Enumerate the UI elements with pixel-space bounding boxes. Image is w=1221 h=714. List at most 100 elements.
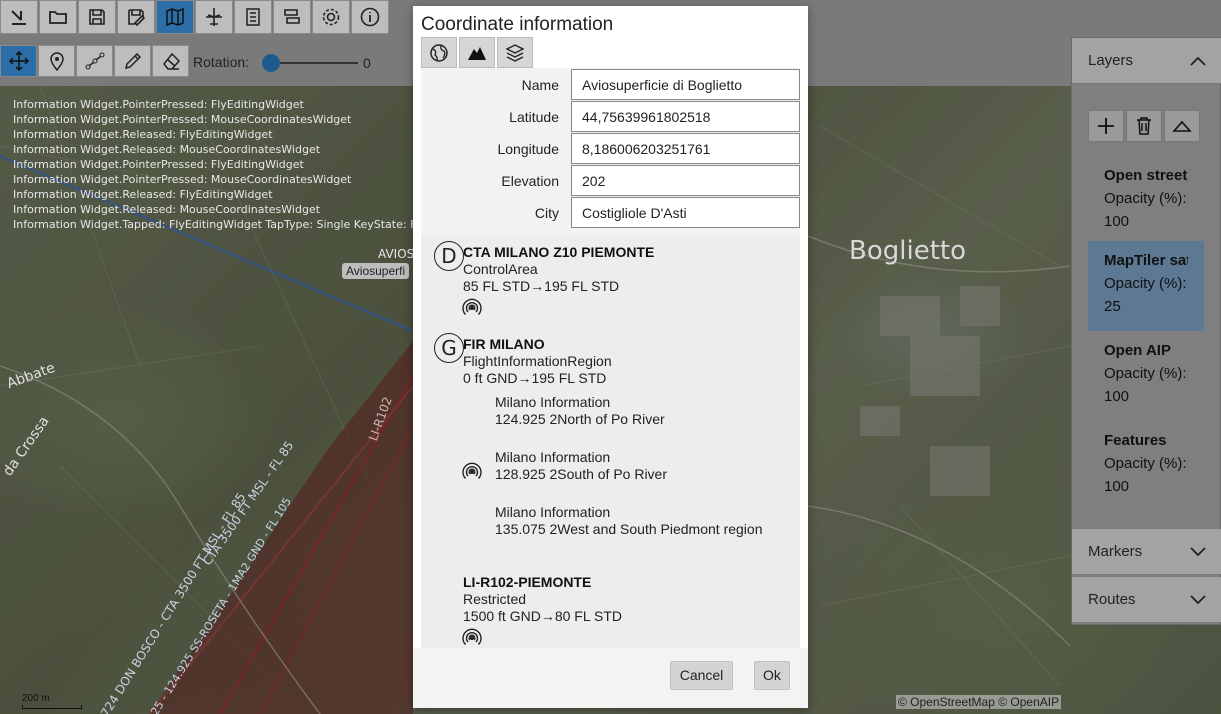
town-label: Boglietto	[849, 236, 966, 266]
collapse-icon	[1172, 120, 1192, 132]
collapse-layer-button[interactable]	[1164, 110, 1200, 142]
aircraft-button[interactable]	[195, 0, 233, 34]
dialog-tabs	[421, 37, 533, 68]
route-button[interactable]	[273, 0, 311, 34]
log-line: Information Widget.Released: MouseCoordi…	[13, 143, 321, 156]
layer-button[interactable]	[0, 0, 38, 34]
frequency-entry: Milano Information 124.925 2North of Po R…	[495, 394, 665, 428]
open-button[interactable]	[39, 0, 77, 34]
layer-name: MapTiler satellite	[1104, 252, 1188, 269]
map-button[interactable]	[156, 0, 194, 34]
airspace-limits: 0 ft GND→195 FL STD	[463, 370, 607, 386]
layer-opacity-value: 100	[1104, 388, 1130, 405]
rotation-slider[interactable]	[262, 54, 362, 72]
airspace-class-badge: D	[434, 241, 464, 271]
layer-name: Features	[1104, 432, 1167, 449]
radio-icon	[462, 298, 482, 318]
layer-item[interactable]: Open street map Opacity (%): 100	[1088, 156, 1204, 246]
tab-terrain[interactable]	[459, 37, 495, 68]
save-as-button[interactable]	[117, 0, 155, 34]
tool-row	[0, 44, 189, 78]
eraser-tool[interactable]	[152, 45, 189, 77]
settings-button[interactable]	[312, 0, 350, 34]
city-field[interactable]	[571, 197, 800, 228]
airfield-marker-label[interactable]: Aviosuperfi	[342, 263, 410, 279]
layer-item[interactable]: Open AIP Opacity (%): 100	[1088, 331, 1204, 421]
checklist-button[interactable]	[234, 0, 272, 34]
log-line: Information Widget.Released: FlyEditingW…	[13, 128, 273, 141]
layer-name: Open AIP	[1104, 342, 1171, 359]
airspace-name: LI-R102-PIEMONTE	[463, 574, 592, 590]
dialog-footer: Cancel Ok	[413, 648, 808, 708]
slider-thumb[interactable]	[262, 54, 280, 72]
chevron-up-icon	[1190, 56, 1206, 66]
airspace-name: FIR MILANO	[463, 336, 545, 352]
radio-icon	[462, 628, 482, 648]
routes-header[interactable]: Routes	[1072, 577, 1221, 623]
delete-layer-button[interactable]	[1126, 110, 1162, 142]
tab-layers[interactable]	[497, 37, 533, 68]
latitude-field[interactable]	[571, 101, 800, 132]
airspace-limits: 1500 ft GND→80 FL STD	[463, 608, 622, 624]
field-row-name: Name	[421, 69, 800, 101]
layer-item[interactable]: MapTiler satellite Opacity (%): 25	[1088, 241, 1204, 331]
rotation-value: 0	[363, 55, 371, 71]
layer-opacity-value: 25	[1104, 298, 1121, 315]
pencil-tool[interactable]	[114, 45, 151, 77]
side-panel: Layers Open street map Opacity (%): 100 Map…	[1071, 37, 1221, 625]
move-tool[interactable]	[0, 45, 37, 77]
layer-item[interactable]: Features Opacity (%): 100	[1088, 421, 1204, 511]
field-row-city: City	[421, 197, 800, 229]
rotation-label: Rotation:	[193, 54, 250, 70]
markers-header[interactable]: Markers	[1072, 529, 1221, 575]
save-icon	[89, 9, 105, 25]
ok-button[interactable]: Ok	[754, 661, 790, 690]
info-button[interactable]	[351, 0, 389, 34]
dialog-body: Name Latitude Longitude Elevation City DCTA …	[421, 68, 800, 648]
map-attribution[interactable]: © OpenStreetMap © OpenAIP	[896, 695, 1062, 709]
coordinate-info-dialog: Coordinate information Name Latitude Longi…	[413, 6, 808, 708]
layers-header[interactable]: Layers	[1072, 38, 1221, 84]
add-icon	[1098, 118, 1114, 134]
scale-bar	[22, 705, 82, 709]
open-folder-icon	[49, 11, 67, 24]
airspace-type: ControlArea	[463, 261, 538, 277]
route-icon	[284, 9, 300, 24]
save-button[interactable]	[78, 0, 116, 34]
log-line: Information Widget.Released: FlyEditingW…	[13, 188, 273, 201]
log-line: Information Widget.PointerPressed: FlyEd…	[13, 98, 304, 111]
path-tool[interactable]	[76, 45, 113, 77]
airspace-class-badge: G	[434, 333, 464, 363]
tab-location[interactable]	[421, 37, 457, 68]
log-line: Information Widget.Tapped: FlyEditingWid…	[13, 218, 423, 231]
layer-opacity-value: 100	[1104, 478, 1130, 495]
pin-icon	[49, 52, 64, 72]
info-icon	[360, 7, 380, 27]
frequency-detail: 124.925 2North of Po River	[495, 411, 665, 427]
debug-log: Information Widget.PointerPressed: FlyEd…	[13, 97, 422, 232]
routes-title: Routes	[1088, 591, 1136, 608]
name-field[interactable]	[571, 69, 800, 100]
layer-opacity-label: Opacity (%):	[1104, 455, 1187, 472]
field-label: Elevation	[501, 173, 559, 189]
layer-name: Open street map	[1104, 167, 1188, 184]
layer-tools	[1088, 110, 1200, 142]
frequency-entry: Milano Information 135.075 2West and Sout…	[495, 504, 762, 538]
field-label: Longitude	[497, 141, 559, 157]
globe-icon	[430, 43, 448, 62]
frequency-name: Milano Information	[495, 449, 611, 465]
frequency-name: Milano Information	[495, 504, 611, 520]
layers-title: Layers	[1088, 52, 1134, 69]
pin-tool[interactable]	[38, 45, 75, 77]
airfield-abbr: AVIOS	[378, 247, 415, 261]
elevation-field[interactable]	[571, 165, 800, 196]
mountain-icon	[468, 46, 486, 60]
layer-icon	[11, 10, 26, 25]
layer-opacity-label: Opacity (%):	[1104, 190, 1187, 207]
trash-icon	[1137, 117, 1151, 135]
main-toolbar	[0, 0, 389, 36]
longitude-field[interactable]	[571, 133, 800, 164]
log-line: Information Widget.PointerPressed: Mouse…	[13, 113, 352, 126]
add-layer-button[interactable]	[1088, 110, 1124, 142]
cancel-button[interactable]: Cancel	[670, 661, 733, 690]
